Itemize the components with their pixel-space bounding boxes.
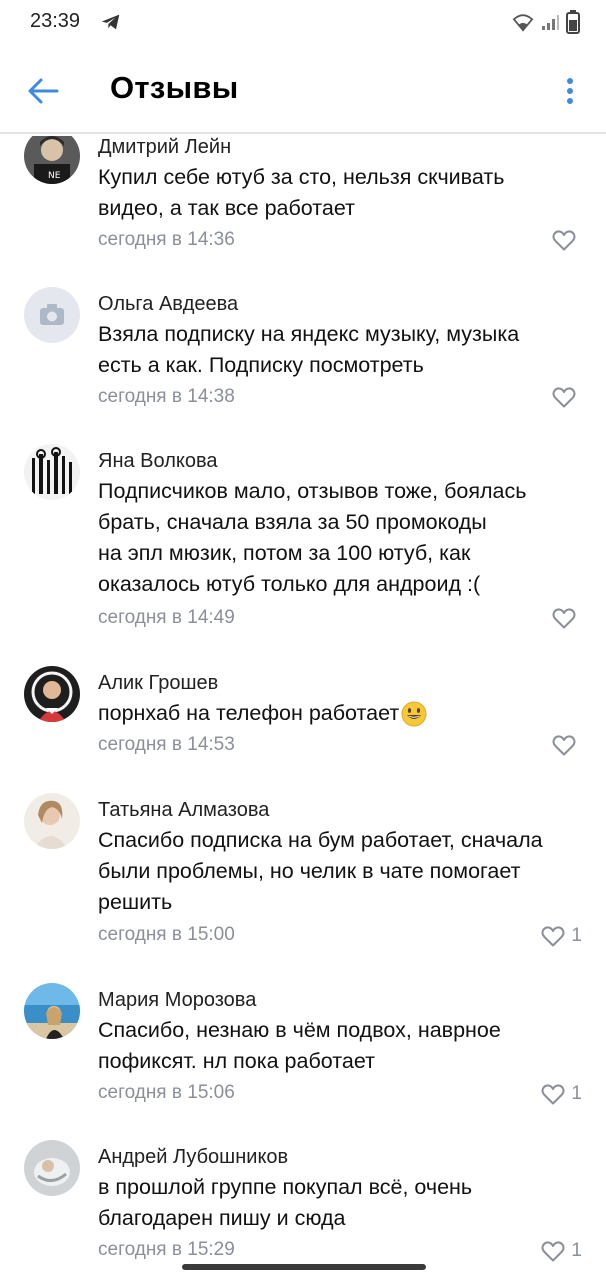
review-author[interactable]: Ольга Авдеева bbox=[98, 293, 238, 316]
avatar[interactable] bbox=[24, 793, 80, 849]
review-text-line: брать, сначала взяла за 50 промокоды bbox=[98, 510, 487, 534]
review-item: Мария Морозова Спасибо, незнаю в чём под… bbox=[0, 983, 606, 1129]
avatar-image bbox=[24, 1140, 80, 1196]
review-time: сегодня в 15:06 bbox=[98, 1082, 235, 1103]
page-title: Отзывы bbox=[110, 70, 239, 105]
review-text-line: решить bbox=[98, 890, 173, 914]
like-button[interactable]: 1 bbox=[541, 1240, 582, 1262]
telegram-icon bbox=[101, 14, 120, 30]
review-text: Взяла подписку на яндекс музыку, музыка … bbox=[98, 319, 578, 381]
like-button[interactable] bbox=[552, 735, 582, 756]
review-author[interactable]: Мария Морозова bbox=[98, 989, 256, 1012]
like-count: 1 bbox=[571, 925, 582, 946]
status-time: 23:39 bbox=[30, 10, 81, 32]
heart-icon bbox=[552, 387, 576, 408]
review-author[interactable]: Дмитрий Лейн bbox=[98, 136, 231, 159]
reviews-list: NE Дмитрий Лейн Купил себе ютуб за сто, … bbox=[0, 136, 606, 1280]
heart-icon bbox=[541, 925, 565, 946]
review-text: Купил себе ютуб за сто, нельзя скчивать … bbox=[98, 162, 578, 224]
review-item: Ольга Авдеева Взяла подписку на яндекс м… bbox=[0, 287, 606, 433]
like-button[interactable] bbox=[552, 608, 582, 629]
heart-icon bbox=[552, 608, 576, 629]
review-text-line: Спасибо подписка на бум работает, сначал… bbox=[98, 828, 543, 852]
review-text-line: пофиксят. нл пока работает bbox=[98, 1049, 375, 1073]
review-item: Яна Волкова Подписчиков мало, отзывов то… bbox=[0, 444, 606, 650]
review-text: Спасибо подписка на бум работает, сначал… bbox=[98, 825, 578, 918]
review-item: Татьяна Алмазова Спасибо подписка на бум… bbox=[0, 793, 606, 969]
review-text-line: Взяла подписку на яндекс музыку, музыка bbox=[98, 322, 520, 346]
review-item: Андрей Лубошников в прошлой группе покуп… bbox=[0, 1140, 606, 1280]
avatar-image bbox=[24, 444, 80, 500]
like-button[interactable]: 1 bbox=[541, 925, 582, 947]
avatar-image bbox=[24, 983, 80, 1039]
review-author[interactable]: Андрей Лубошников bbox=[98, 1146, 288, 1169]
review-time: сегодня в 14:53 bbox=[98, 734, 235, 755]
avatar-image bbox=[24, 793, 80, 849]
signal-icon bbox=[542, 15, 559, 30]
more-options-button[interactable] bbox=[552, 70, 588, 112]
avatar[interactable] bbox=[24, 1140, 80, 1196]
avatar[interactable]: NE bbox=[24, 136, 80, 184]
like-count: 1 bbox=[571, 1240, 582, 1261]
svg-text:NE: NE bbox=[48, 171, 61, 181]
arrow-left-icon bbox=[28, 78, 59, 104]
review-time: сегодня в 15:00 bbox=[98, 924, 235, 945]
battery-icon bbox=[566, 10, 580, 34]
heart-icon bbox=[541, 1083, 565, 1104]
review-text: в прошлой группе покупал всё, очень благ… bbox=[98, 1172, 578, 1234]
status-icons bbox=[512, 10, 580, 34]
review-time: сегодня в 14:36 bbox=[98, 229, 235, 250]
more-vertical-icon bbox=[567, 78, 573, 104]
review-text-line: видео, а так все работает bbox=[98, 196, 355, 220]
review-text-line: были проблемы, но челик в чате помогает bbox=[98, 859, 521, 883]
review-text-line: благодарен пишу и сюда bbox=[98, 1206, 346, 1230]
heart-icon bbox=[552, 230, 576, 251]
review-author[interactable]: Татьяна Алмазова bbox=[98, 799, 269, 822]
avatar-image: NE bbox=[24, 136, 80, 184]
smiling-face-emoji-icon bbox=[401, 701, 427, 726]
review-text-line: на эпл мюзик, потом за 100 ютуб, как bbox=[98, 541, 471, 565]
review-author[interactable]: Алик Грошев bbox=[98, 672, 218, 695]
review-text-line: в прошлой группе покупал всё, очень bbox=[98, 1175, 473, 1199]
status-bar: 23:39 bbox=[0, 0, 606, 48]
review-text-line: порнхаб на телефон работает bbox=[98, 698, 578, 729]
avatar[interactable] bbox=[24, 444, 80, 500]
back-button[interactable] bbox=[22, 70, 64, 112]
review-item: Алик Грошев порнхаб на телефон работает … bbox=[0, 666, 606, 782]
like-count: 1 bbox=[571, 1083, 582, 1104]
avatar[interactable] bbox=[24, 666, 80, 722]
like-button[interactable] bbox=[552, 230, 582, 251]
heart-icon bbox=[552, 735, 576, 756]
camera-icon bbox=[24, 287, 80, 343]
review-author[interactable]: Яна Волкова bbox=[98, 450, 217, 473]
review-text-line: Купил себе ютуб за сто, нельзя скчивать bbox=[98, 165, 505, 189]
review-text: Спасибо, незнаю в чём подвох, наврное по… bbox=[98, 1015, 578, 1077]
review-item: NE Дмитрий Лейн Купил себе ютуб за сто, … bbox=[0, 136, 606, 276]
heart-icon bbox=[541, 1240, 565, 1261]
review-time: сегодня в 14:38 bbox=[98, 386, 235, 407]
review-text: Подписчиков мало, отзывов тоже, боялась … bbox=[98, 476, 578, 600]
review-text-line: оказалось ютуб только для андроид :( bbox=[98, 572, 481, 596]
avatar[interactable] bbox=[24, 983, 80, 1039]
review-text-line-content: порнхаб на телефон работает bbox=[98, 701, 400, 725]
app-bar: Отзывы bbox=[0, 48, 606, 134]
home-indicator[interactable] bbox=[182, 1264, 426, 1270]
review-text-line: есть а как. Подписку посмотреть bbox=[98, 353, 424, 377]
avatar[interactable] bbox=[24, 287, 80, 343]
review-text: порнхаб на телефон работает bbox=[98, 698, 578, 729]
avatar-image bbox=[24, 666, 80, 722]
review-time: сегодня в 15:29 bbox=[98, 1239, 235, 1260]
review-time: сегодня в 14:49 bbox=[98, 607, 235, 628]
wifi-icon bbox=[512, 14, 534, 32]
review-text-line: Спасибо, незнаю в чём подвох, наврное bbox=[98, 1018, 501, 1042]
like-button[interactable] bbox=[552, 387, 582, 408]
review-text-line: Подписчиков мало, отзывов тоже, боялась bbox=[98, 479, 527, 503]
like-button[interactable]: 1 bbox=[541, 1083, 582, 1105]
